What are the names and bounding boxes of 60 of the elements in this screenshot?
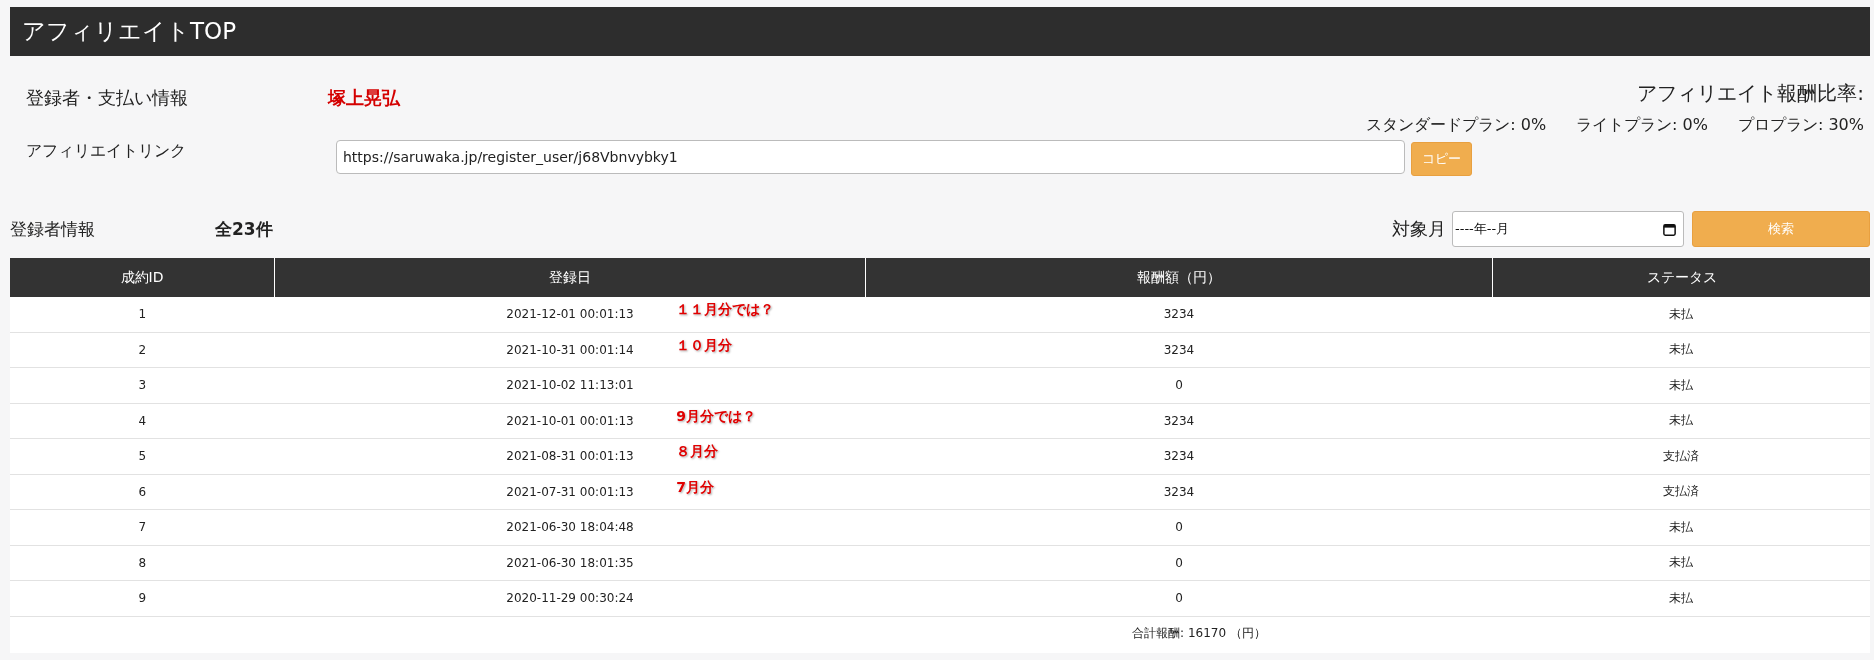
table-cell: 3234 — [865, 297, 1493, 332]
plan-rate: プロプラン: 30% — [1737, 115, 1864, 136]
annotation: １１月分では？ — [676, 301, 775, 320]
column-header: 成約ID — [10, 258, 275, 297]
column-header: 報酬額（円） — [865, 258, 1493, 297]
table-cell: 2021-10-31 00:01:14 — [506, 342, 634, 357]
table-cell: 3234 — [865, 332, 1493, 368]
table-cell: 未払 — [1492, 332, 1870, 368]
annotation: １０月分 — [676, 336, 733, 355]
table-cell: 3234 — [865, 438, 1493, 474]
table-cell: 5 — [10, 438, 275, 474]
table-cell: 2021-06-30 18:04:48 — [506, 520, 634, 535]
total-amount: 合計報酬: 16170 （円） — [1132, 625, 1266, 640]
registrant-name: 塚上晃弘 — [328, 86, 400, 110]
table-cell: 2021-12-01 00:01:13 — [506, 307, 634, 322]
plan-rate: スタンダードプラン: 0% — [1366, 115, 1547, 136]
table-cell: 支払済 — [1492, 474, 1870, 510]
table-cell: 2021-07-31 00:01:13 — [506, 484, 634, 499]
record-count: 全23件 — [215, 217, 273, 241]
table-cell: 7 — [10, 509, 275, 545]
table-cell: 3234 — [865, 474, 1493, 510]
table-cell: 0 — [865, 509, 1493, 545]
table-cell: 1 — [10, 297, 275, 332]
commission-title: アフィリエイト報酬比率: — [1637, 80, 1864, 107]
page-title: アフィリエイトTOP — [22, 17, 237, 46]
table-cell: 未払 — [1492, 403, 1870, 439]
table-cell: 未払 — [1492, 545, 1870, 581]
table-cell: 未払 — [1492, 297, 1870, 332]
annotation: 7月分 — [676, 478, 714, 497]
table-cell: 3234 — [865, 403, 1493, 439]
section-label: 登録者情報 — [10, 217, 96, 241]
table-cell: 4 — [10, 403, 275, 439]
table-cell: 支払済 — [1492, 438, 1870, 474]
link-label: アフィリエイトリンク — [26, 140, 187, 162]
table-cell: 6 — [10, 474, 275, 510]
table-cell: 0 — [865, 367, 1493, 403]
table-cell: 9 — [10, 580, 275, 616]
column-header: ステータス — [1492, 258, 1870, 297]
plan-rate: ライトプラン: 0% — [1576, 115, 1708, 136]
table-cell: 未払 — [1492, 580, 1870, 616]
table-cell: 2021-08-31 00:01:13 — [506, 449, 634, 464]
table-cell: 2021-10-02 11:13:01 — [506, 378, 634, 393]
table-cell: 8 — [10, 545, 275, 581]
annotation: 9月分では？ — [676, 407, 756, 426]
table-cell: 0 — [865, 545, 1493, 581]
table-cell: 2021-10-01 00:01:13 — [506, 413, 634, 428]
link-field[interactable]: https://saruwaka.jp/register_user/j68Vbnvybky1 — [336, 140, 1405, 174]
month-label: 対象月 — [1392, 217, 1446, 241]
month-field[interactable]: ----年--月 — [1452, 211, 1684, 247]
table-cell: 2020-11-29 00:30:24 — [506, 591, 634, 606]
table-cell: 2021-06-30 18:01:35 — [506, 555, 634, 570]
table-cell: 2 — [10, 332, 275, 368]
table-cell: 未払 — [1492, 367, 1870, 403]
table-cell: 0 — [865, 580, 1493, 616]
column-header: 登録日 — [274, 258, 866, 297]
table-cell: 3 — [10, 367, 275, 403]
table-cell: 未払 — [1492, 509, 1870, 545]
calendar-icon[interactable] — [1662, 221, 1677, 237]
section-label: 登録者・支払い情報 — [26, 86, 189, 110]
annotation: ８月分 — [676, 443, 719, 462]
